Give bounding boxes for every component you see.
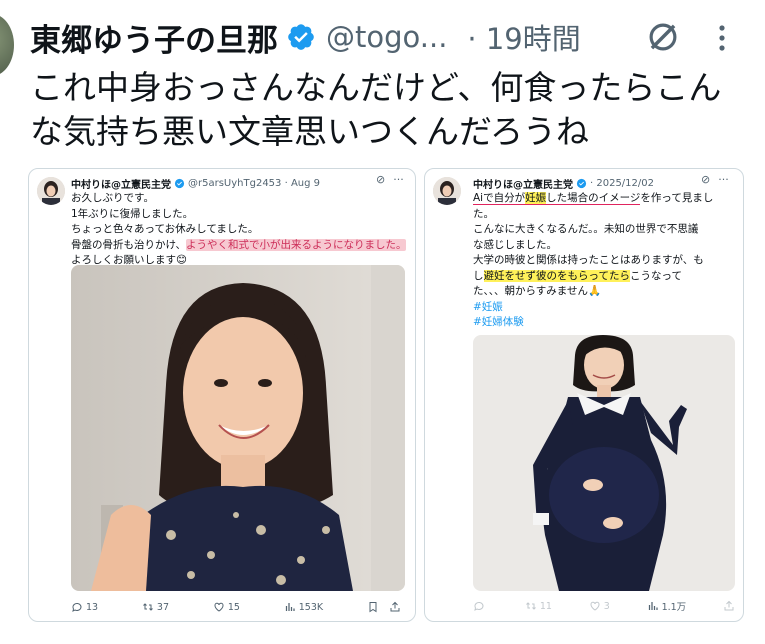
card-actions: 13 37 15 153K xyxy=(71,601,401,613)
reply-icon xyxy=(72,602,82,612)
card-line: こんなに大きくなるんだ。。未知の世界で不思議 xyxy=(473,223,699,235)
retweet-icon xyxy=(143,603,153,611)
timestamp[interactable]: · 19時間 xyxy=(467,16,580,58)
heart-icon xyxy=(214,602,224,612)
retweet-icon xyxy=(525,602,536,610)
reply-count: 13 xyxy=(86,601,99,613)
like-count: 15 xyxy=(227,601,240,613)
verified-badge-icon xyxy=(288,24,314,50)
grok-icon: ⊘ xyxy=(701,173,711,186)
like-button[interactable]: 15 xyxy=(213,601,240,613)
verified-badge-icon xyxy=(174,178,185,188)
retweet-count: 11 xyxy=(539,600,552,612)
card-line: ちょっと色々あってお休みしてました。 xyxy=(71,223,259,235)
card-avatar xyxy=(37,177,65,205)
tweet-text: これ中身おっさんなんだけど、何食ったらこん な気持ち悪い文章思いつくんだろうね xyxy=(30,66,750,154)
card-handle-date: @r5arsUyhTg2453 · Aug 9 xyxy=(188,177,321,189)
share-icon[interactable] xyxy=(389,601,401,613)
retweet-button[interactable]: 37 xyxy=(142,601,169,613)
views-icon xyxy=(648,602,658,610)
card-header: 中村りほ@立憲民主党 @r5arsUyhTg2453 · Aug 9 xyxy=(71,175,320,191)
views-count: 1.1万 xyxy=(661,602,687,613)
bookmark-icon[interactable] xyxy=(367,601,379,613)
highlighted-text: 妊娠 xyxy=(525,192,547,204)
more-options-icon: ··· xyxy=(393,173,404,186)
author-avatar[interactable] xyxy=(0,14,14,76)
tweet-text-line: これ中身おっさんなんだけど、何食ったらこん xyxy=(30,68,722,107)
share-icon[interactable] xyxy=(723,600,735,612)
reply-button[interactable]: 13 xyxy=(71,601,98,613)
quoted-image-1[interactable]: 中村りほ@立憲民主党 @r5arsUyhTg2453 · Aug 9 ⊘ ···… xyxy=(28,168,416,622)
card-line: 大学の時彼と関係は持ったことはありますが、も xyxy=(473,254,704,266)
grok-icon[interactable] xyxy=(644,18,682,56)
verified-badge-icon xyxy=(576,178,587,188)
like-button[interactable]: 3 xyxy=(589,600,610,612)
underlined-text: Aiで自分が妊娠した場合のイメージ xyxy=(473,192,641,205)
tweet-header: 東郷ゆう子の旦那 @togo... · 19時間 xyxy=(30,14,581,60)
pregnancy-image[interactable] xyxy=(473,335,735,591)
tweet-text-line: な気持ち悪い文章思いつくんだろうね xyxy=(30,112,590,151)
quoted-image-2[interactable]: 中村りほ@立憲民主党 · 2025/12/02 ⊘ ··· Aiで自分が妊娠した… xyxy=(424,168,744,622)
highlighted-text: ようやく和式で小が出来るようになりました。 xyxy=(185,238,407,251)
highlighted-text: 避妊をせず彼のをもらってたら xyxy=(483,269,630,282)
handle[interactable]: @togo... xyxy=(326,20,447,54)
share-group xyxy=(723,600,735,612)
card-name: 中村りほ@立憲民主党 xyxy=(71,179,171,191)
card-header: 中村りほ@立憲民主党 · 2025/12/02 xyxy=(473,175,654,191)
card-line: た、、、朝からすみません🙏 xyxy=(473,285,602,297)
card-line: お久しぶりです。 xyxy=(71,192,154,204)
retweet-button[interactable]: 11 xyxy=(525,600,552,612)
like-count: 3 xyxy=(603,600,610,612)
views-button[interactable]: 153K xyxy=(284,601,323,613)
card-body: Aiで自分が妊娠した場合のイメージを作って見まし た。 こんなに大きくなるんだ。… xyxy=(473,191,739,331)
grok-icon: ⊘ xyxy=(376,173,386,186)
selfie-photo[interactable] xyxy=(71,265,405,591)
display-name[interactable]: 東郷ゆう子の旦那 xyxy=(30,15,278,60)
retweet-count: 37 xyxy=(156,601,170,613)
reply-button[interactable] xyxy=(473,600,488,612)
card-name: 中村りほ@立憲民主党 xyxy=(473,179,573,191)
hashtag-link[interactable]: #妊婦体験 xyxy=(473,315,739,331)
card-text: 骨盤の骨折も治りかけ、 xyxy=(71,238,186,251)
card-icons: ⊘ ··· xyxy=(376,173,404,186)
card-icons: ⊘ ··· xyxy=(701,173,729,186)
card-body: お久しぶりです。 1年ぶりに復帰しました。 ちょっと色々あってお休みしてました。… xyxy=(71,191,407,269)
reply-icon xyxy=(474,601,484,611)
card-line: 骨盤の骨折も治りかけ、ようやく和式で小が出来るようになりました。 xyxy=(71,238,407,254)
views-count: 153K xyxy=(298,601,324,613)
more-options-icon: ··· xyxy=(718,173,729,186)
views-button[interactable]: 1.1万 xyxy=(647,599,687,613)
card-line: 1年ぶりに復帰しました。 xyxy=(71,207,194,220)
more-options-icon[interactable] xyxy=(712,22,732,54)
views-icon xyxy=(285,603,295,611)
card-date: · 2025/12/02 xyxy=(590,177,654,189)
card-line: Aiで自分が妊娠した場合のイメージを作って見まし xyxy=(473,192,714,205)
card-line: し避妊をせず彼のをもらってたらこうなって xyxy=(473,269,682,282)
card-avatar xyxy=(433,177,461,205)
share-group xyxy=(367,601,401,613)
card-line: た。 xyxy=(473,207,494,220)
pray-emoji-icon: 🙏 xyxy=(587,285,602,297)
heart-icon xyxy=(590,601,600,611)
hashtag-link[interactable]: #妊娠 xyxy=(473,300,739,316)
card-actions: 11 3 1.1万 xyxy=(473,599,735,613)
card-line: な感じしました。 xyxy=(473,238,557,251)
